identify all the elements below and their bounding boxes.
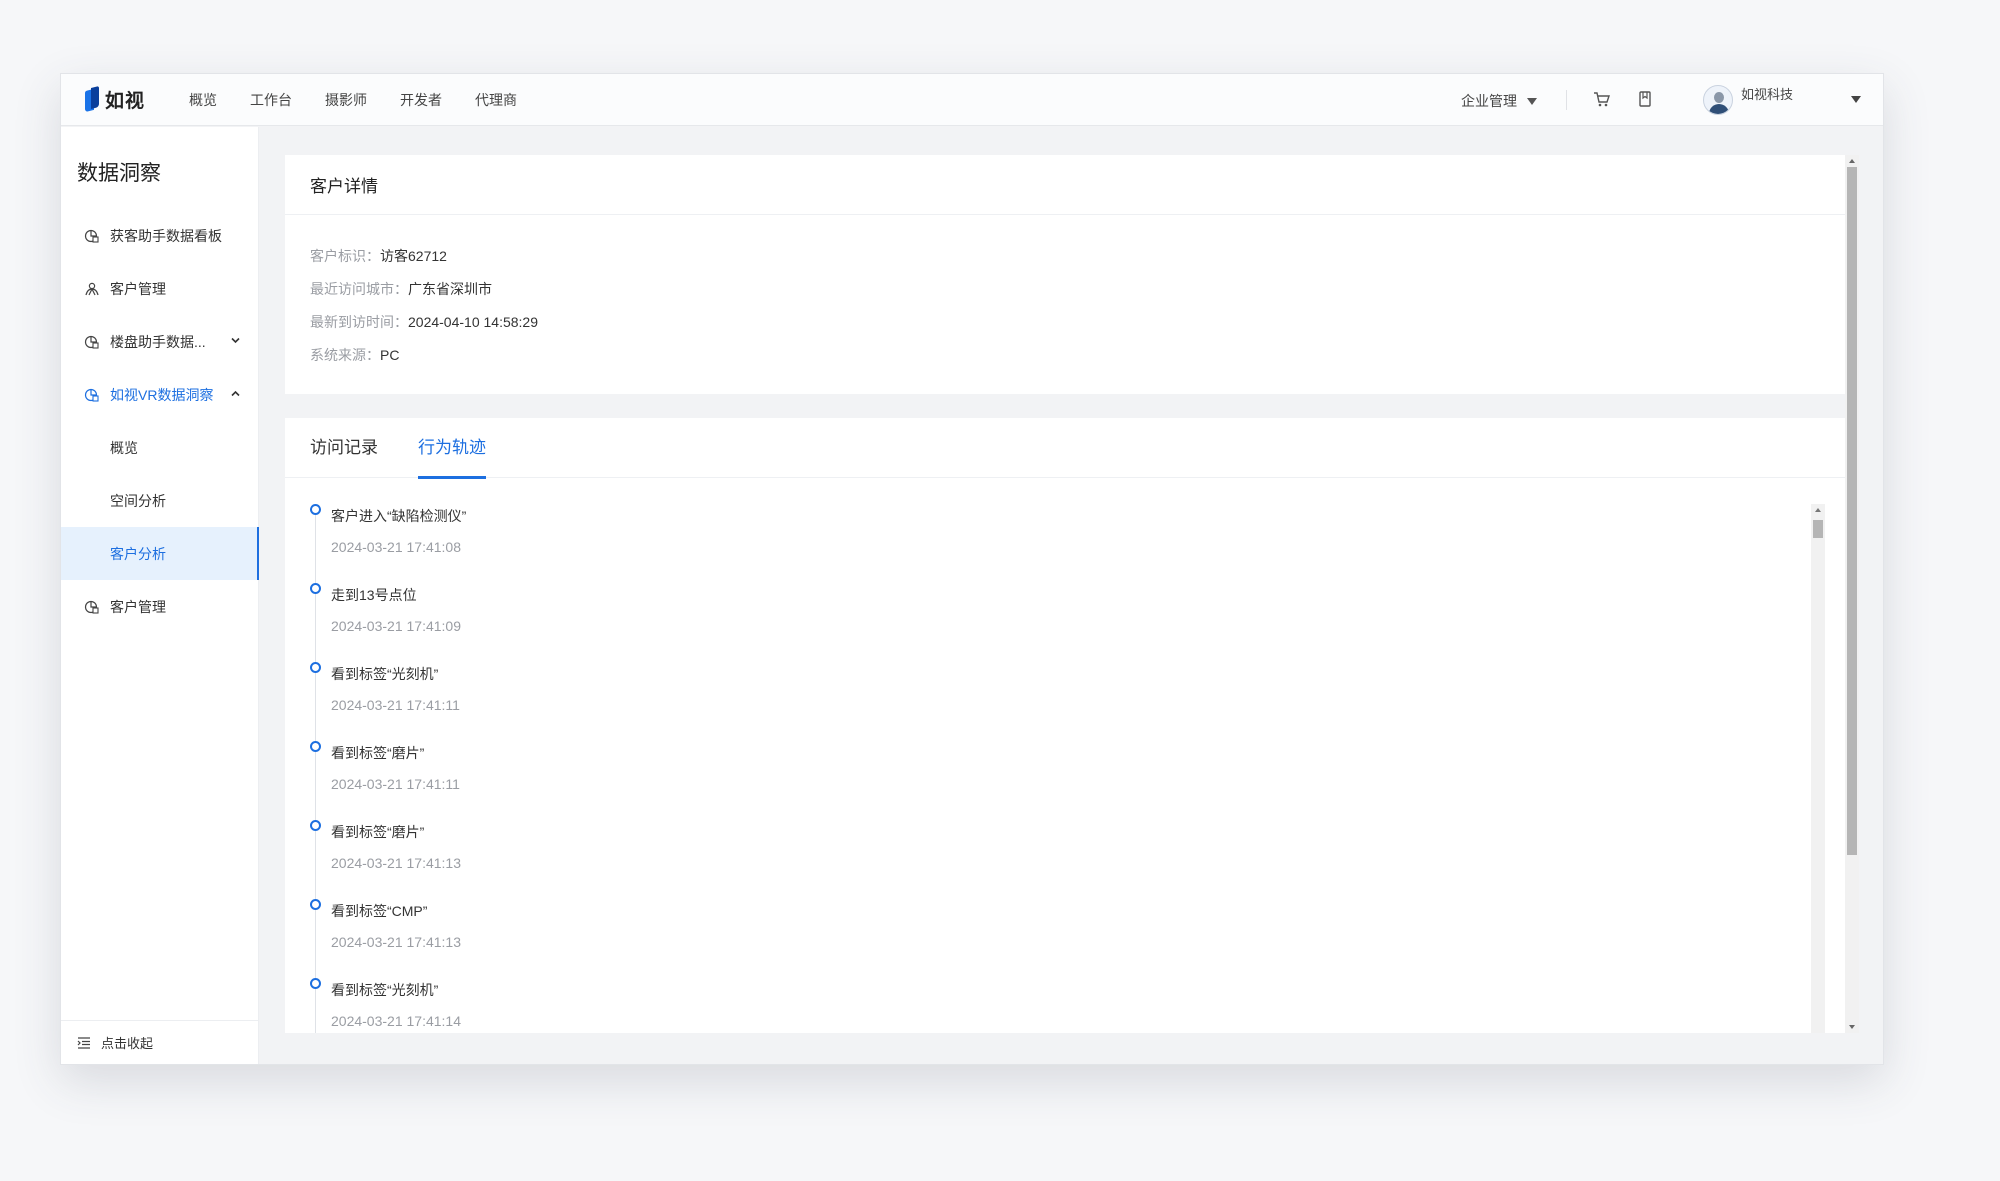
document-icon[interactable]	[1635, 89, 1655, 109]
sidebar: 数据洞察 获客助手数据看板 客户管理 楼盘助手数据... 如视VR数据洞察 概览…	[61, 127, 259, 1064]
timeline-item: 看到标签“磨片” 2024-03-21 17:41:11	[310, 741, 1210, 820]
people-icon	[84, 281, 100, 297]
timeline-event: 看到标签“磨片”	[331, 745, 425, 761]
chart-icon	[84, 599, 100, 615]
timeline-time: 2024-03-21 17:41:14	[331, 1013, 461, 1029]
logo[interactable]: 如视	[85, 86, 146, 113]
tab-visit-records[interactable]: 访问记录	[310, 418, 378, 478]
collapse-icon	[77, 1036, 90, 1049]
timeline-dot	[310, 899, 321, 910]
timeline-item: 看到标签“磨片” 2024-03-21 17:41:13	[310, 820, 1210, 899]
timeline-event: 看到标签“CMP”	[331, 903, 428, 919]
sidebar-item-acquisition-dashboard[interactable]: 获客助手数据看板	[61, 209, 259, 262]
scroll-up-icon[interactable]	[1815, 508, 1821, 512]
avatar	[1703, 85, 1733, 115]
chart-icon	[84, 387, 100, 403]
tab-bar: 访问记录 行为轨迹	[285, 418, 1845, 479]
sidebar-menu: 获客助手数据看板 客户管理 楼盘助手数据... 如视VR数据洞察 概览 空间分析…	[61, 209, 259, 633]
sidebar-item-customer-management[interactable]: 客户管理	[61, 262, 259, 315]
logo-text: 如视	[105, 90, 146, 112]
timeline-time: 2024-03-21 17:41:11	[331, 776, 460, 792]
sidebar-item-label: 客户管理	[110, 280, 166, 297]
field-recent-city: 最近访问城市：广东省深圳市	[310, 281, 492, 297]
timeline-dot	[310, 741, 321, 752]
sidebar-item-vr-insight[interactable]: 如视VR数据洞察	[61, 368, 259, 421]
timeline-dot	[310, 504, 321, 515]
field-customer-id: 客户标识：访客62712	[310, 248, 447, 264]
page-scrollbar[interactable]	[1845, 155, 1859, 1033]
chevron-up-icon	[231, 390, 240, 397]
nav-photographer[interactable]: 摄影师	[325, 90, 367, 110]
timeline-item: 看到标签“光刻机” 2024-03-21 17:41:11	[310, 662, 1210, 741]
sidebar-subitem-customer-analysis[interactable]: 客户分析	[61, 527, 259, 580]
scroll-down-icon[interactable]	[1849, 1025, 1855, 1029]
sidebar-item-customer-management-2[interactable]: 客户管理	[61, 580, 259, 633]
sidebar-subitem-overview[interactable]: 概览	[61, 421, 259, 474]
tab-behavior-track[interactable]: 行为轨迹	[418, 418, 486, 479]
top-bar: 如视 概览 工作台 摄影师 开发者 代理商 企业管理 如视科技	[61, 74, 1883, 126]
scroll-thumb[interactable]	[1847, 167, 1857, 855]
timeline-item: 看到标签“CMP” 2024-03-21 17:41:13	[310, 899, 1210, 978]
top-nav: 概览 工作台 摄影师 开发者 代理商	[189, 74, 550, 126]
sidebar-item-label: 客户管理	[110, 598, 166, 615]
chevron-down-icon	[231, 337, 240, 344]
user-menu[interactable]: 如视科技	[1703, 82, 1793, 115]
divider	[1566, 90, 1567, 110]
timeline-time: 2024-03-21 17:41:13	[331, 934, 461, 950]
sidebar-item-label: 楼盘助手数据...	[110, 333, 206, 350]
enterprise-dropdown[interactable]: 企业管理	[1461, 91, 1537, 111]
sidebar-subitem-space-analysis[interactable]: 空间分析	[61, 474, 259, 527]
timeline-event: 看到标签“光刻机”	[331, 982, 439, 998]
timeline-dot	[310, 583, 321, 594]
cart-icon[interactable]	[1592, 89, 1612, 109]
user-caret-down-icon[interactable]	[1851, 96, 1861, 103]
nav-workbench[interactable]: 工作台	[250, 90, 292, 110]
timeline-time: 2024-03-21 17:41:09	[331, 618, 461, 634]
timeline-item: 客户进入“缺陷检测仪” 2024-03-21 17:41:08	[310, 504, 1210, 583]
timeline-event: 走到13号点位	[331, 587, 417, 603]
timeline-time: 2024-03-21 17:41:11	[331, 697, 460, 713]
nav-agent[interactable]: 代理商	[475, 90, 517, 110]
collapse-sidebar-button[interactable]: 点击收起	[61, 1020, 259, 1064]
sidebar-item-property-data[interactable]: 楼盘助手数据...	[61, 315, 259, 368]
records-card: 访问记录 行为轨迹 客户进入“缺陷检测仪” 2024-03-21 17:41:0…	[285, 418, 1845, 1033]
collapse-label: 点击收起	[101, 1036, 154, 1051]
user-name: 如视科技	[1741, 87, 1794, 102]
app-window: 如视 概览 工作台 摄影师 开发者 代理商 企业管理 如视科技 数据洞察 获客助…	[60, 73, 1884, 1065]
timeline-time: 2024-03-21 17:41:13	[331, 855, 461, 871]
main-content: 客户详情 客户标识：访客62712 最近访问城市：广东省深圳市 最新到访时间：2…	[259, 127, 1883, 1064]
customer-detail-card: 客户详情 客户标识：访客62712 最近访问城市：广东省深圳市 最新到访时间：2…	[285, 155, 1845, 394]
nav-developer[interactable]: 开发者	[400, 90, 442, 110]
logo-icon	[85, 86, 99, 113]
chart-icon	[84, 334, 100, 350]
timeline-time: 2024-03-21 17:41:08	[331, 539, 461, 555]
enterprise-label: 企业管理	[1461, 93, 1517, 109]
caret-down-icon	[1527, 97, 1537, 105]
sidebar-item-label: 获客助手数据看板	[110, 227, 222, 244]
timeline-event: 看到标签“磨片”	[331, 824, 425, 840]
timeline-dot	[310, 662, 321, 673]
timeline-scrollbar[interactable]	[1811, 504, 1825, 1033]
timeline-dot	[310, 820, 321, 831]
scroll-up-icon[interactable]	[1849, 159, 1855, 163]
scroll-thumb[interactable]	[1813, 520, 1823, 538]
timeline-dot	[310, 978, 321, 989]
chart-icon	[84, 228, 100, 244]
timeline-item: 走到13号点位 2024-03-21 17:41:09	[310, 583, 1210, 662]
timeline-event: 客户进入“缺陷检测仪”	[331, 508, 467, 524]
timeline-item: 看到标签“光刻机” 2024-03-21 17:41:14	[310, 978, 1210, 1033]
nav-overview[interactable]: 概览	[189, 90, 217, 110]
field-latest-visit: 最新到访时间：2024-04-10 14:58:29	[310, 314, 538, 330]
field-system-source: 系统来源：PC	[310, 347, 400, 363]
timeline-event: 看到标签“光刻机”	[331, 666, 439, 682]
detail-title: 客户详情	[285, 155, 1845, 215]
sidebar-item-label: 如视VR数据洞察	[110, 386, 214, 403]
sidebar-title: 数据洞察	[77, 162, 161, 185]
